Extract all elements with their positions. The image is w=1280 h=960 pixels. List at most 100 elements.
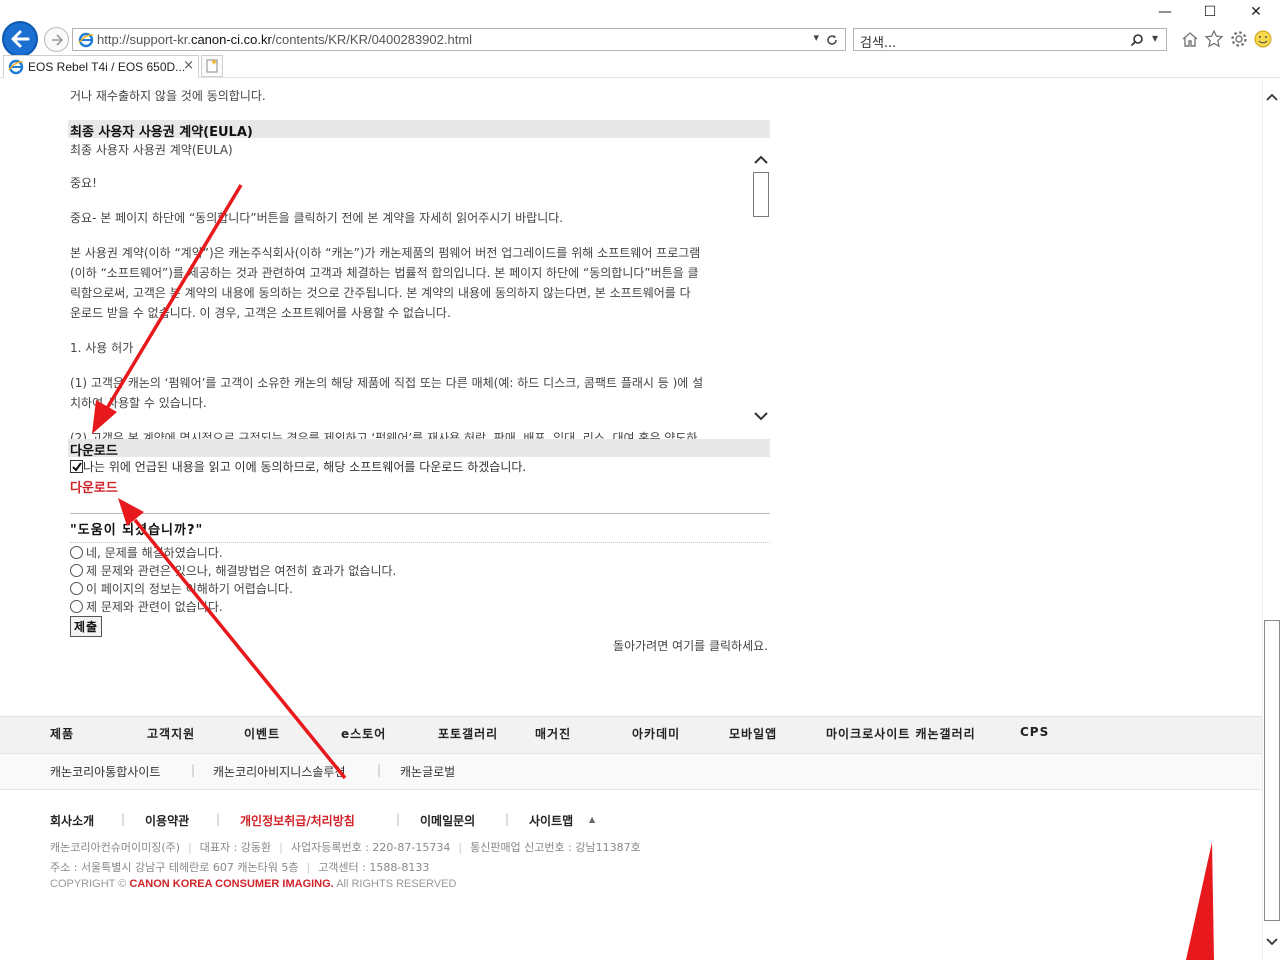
eula-paragraph: (1) 고객은 캐논의 ‘펌웨어’를 고객이 소유한 캐논의 해당 제품에 직접… <box>70 376 704 390</box>
radio-button[interactable] <box>70 564 83 577</box>
divider <box>70 542 770 543</box>
eula-scroll-up-icon[interactable] <box>753 153 769 167</box>
gnb-item-magazine[interactable]: 매거진 <box>535 725 571 742</box>
site-link-canon-korea[interactable]: 캐논코리아통합사이트 <box>50 763 160 780</box>
separator: | <box>377 763 382 777</box>
refresh-icon[interactable] <box>825 33 839 47</box>
site-link-canon-global[interactable]: 캐논글로벌 <box>400 763 455 780</box>
info-address: 주소 : 서울특별시 강남구 테헤란로 607 캐논타워 5층 <box>50 861 299 874</box>
eula-paragraph: 1. 사용 허가 <box>70 341 134 355</box>
gnb-item-microsite[interactable]: 마이크로사이트 캐논갤러리 <box>826 725 976 742</box>
info-call-center: 고객센터 : 1588-8133 <box>318 861 430 874</box>
back-button[interactable] <box>2 21 38 57</box>
feedback-option[interactable]: 이 페이지의 정보는 이해하기 어렵습니다. <box>70 580 293 597</box>
divider <box>70 513 770 514</box>
eula-paragraph: 중요- 본 페이지 하단에 “동의합니다”버튼을 클릭하기 전에 본 계약을 자… <box>70 211 564 225</box>
search-input[interactable]: 검색... <box>860 32 896 51</box>
gnb-item-photo-gallery[interactable]: 포토갤러리 <box>438 725 498 742</box>
arrow-right-icon <box>51 33 63 46</box>
copyright-suffix: All RIGHTS RESERVED <box>333 878 457 890</box>
feedback-option-label: 이 페이지의 정보는 이해하기 어렵습니다. <box>86 582 293 596</box>
gnb-item-estore[interactable]: e스토어 <box>341 725 386 742</box>
tab-active[interactable]: EOS Rebel T4i / EOS 650D... × <box>3 55 199 78</box>
browser-chrome: http://support-kr.canon-ci.co.kr/content… <box>0 0 1280 78</box>
gnb-item-support[interactable]: 고객지원 <box>147 725 195 742</box>
separator: | <box>121 812 126 826</box>
eula-paragraph: (이하 “소프트웨어”)를 제공하는 것과 관련하여 고객과 체결하는 법률적 … <box>70 266 699 280</box>
new-tab-icon <box>206 59 218 73</box>
gear-icon[interactable] <box>1229 29 1249 49</box>
gnb-item-mobile-app[interactable]: 모바일앱 <box>729 725 777 742</box>
feedback-question: "도움이 되셨습니까?" <box>70 523 204 538</box>
scroll-up-icon[interactable] <box>1265 91 1279 103</box>
minimize-button[interactable]: — <box>1150 4 1180 24</box>
new-tab-button[interactable] <box>201 55 223 77</box>
gnb-item-academy[interactable]: 아카데미 <box>632 725 680 742</box>
eula-paragraph: 치하여 사용할 수 있습니다. <box>70 396 207 410</box>
footer-gnb: 제품 고객지원 이벤트 e스토어 포토갤러리 매거진 아카데미 모바일앱 마이크… <box>0 716 1262 753</box>
separator: | <box>216 812 221 826</box>
footer-link-about[interactable]: 회사소개 <box>50 812 94 829</box>
footer-link-sitemap[interactable]: 사이트맵 <box>529 812 573 829</box>
footer-link-email[interactable]: 이메일문의 <box>420 812 475 829</box>
tab-title: EOS Rebel T4i / EOS 650D... <box>28 60 186 74</box>
gnb-item-cps[interactable]: CPS <box>1020 725 1049 739</box>
agree-row: 나는 위에 언급된 내용을 읽고 이에 동의하므로, 해당 소프트웨어를 다운로… <box>70 458 526 475</box>
forward-button[interactable] <box>44 27 69 52</box>
site-link-business-solutions[interactable]: 캐논코리아비지니스솔루션 <box>213 763 345 780</box>
search-box[interactable]: 검색... ▾ <box>853 28 1167 51</box>
separator: | <box>396 812 401 826</box>
page-content: 거나 재수출하지 않을 것에 동의합니다. 최종 사용자 사용권 계약(EULA… <box>0 79 1262 960</box>
separator: | <box>188 841 192 854</box>
feedback-option[interactable]: 제 문제와 관련이 없습니다. <box>70 598 223 615</box>
caret-up-icon[interactable]: ▲ <box>589 815 595 824</box>
smiley-feedback-icon[interactable] <box>1253 29 1273 49</box>
footer-link-privacy[interactable]: 개인정보취급/처리방침 <box>240 812 355 829</box>
agree-label: 나는 위에 언급된 내용을 읽고 이에 동의하므로, 해당 소프트웨어를 다운로… <box>83 460 527 474</box>
eula-textbox[interactable]: 중요! 중요- 본 페이지 하단에 “동의합니다”버튼을 클릭하기 전에 본 계… <box>70 151 770 441</box>
address-dropdown-icon[interactable]: ▾ <box>813 31 819 44</box>
eula-paragraph: 중요! <box>70 176 97 190</box>
url-text: http://support-kr.canon-ci.co.kr/content… <box>97 32 473 47</box>
separator: | <box>505 812 510 826</box>
download-link[interactable]: 다운로드 <box>70 477 118 496</box>
separator: | <box>306 861 311 874</box>
arrow-left-icon <box>11 30 30 48</box>
gnb-item-events[interactable]: 이벤트 <box>244 725 280 742</box>
feedback-option[interactable]: 제 문제와 관련은 있으나, 해결방법은 여전히 효과가 없습니다. <box>70 562 396 579</box>
radio-button[interactable] <box>70 546 83 559</box>
copyright-brand: CANON KOREA CONSUMER IMAGING. <box>129 878 334 890</box>
company-info-line1: 캐논코리아컨슈머이미징(주) | 대표자 : 강동환 | 사업자등록번호 : 220-8… <box>50 839 641 855</box>
feedback-option-label: 제 문제와 관련은 있으나, 해결방법은 여전히 효과가 없습니다. <box>86 564 397 578</box>
maximize-button[interactable]: ☐ <box>1195 4 1225 24</box>
ie-tab-icon <box>8 59 24 75</box>
submit-button[interactable]: 제출 <box>70 616 103 637</box>
home-icon[interactable] <box>1180 29 1200 49</box>
search-dropdown-icon[interactable]: ▾ <box>1152 31 1158 45</box>
close-window-button[interactable]: ✕ <box>1241 4 1271 24</box>
info-mail-order-number: 통신판매업 신고번호 : 강남11387호 <box>470 841 641 854</box>
search-icon[interactable] <box>1130 33 1144 47</box>
company-info-line2: 주소 : 서울특별시 강남구 테헤란로 607 캐논타워 5층 | 고객센터 : 1… <box>50 859 429 875</box>
back-link[interactable]: 돌아가려면 여기를 클릭하세요. <box>613 637 768 654</box>
feedback-option[interactable]: 네, 문제를 해결하였습니다. <box>70 544 223 561</box>
ie-page-icon <box>78 32 94 48</box>
footer-link-terms[interactable]: 이용약관 <box>145 812 189 829</box>
page-scroll-thumb[interactable] <box>1264 620 1280 921</box>
page-scrollbar[interactable] <box>1262 79 1280 960</box>
scroll-down-icon[interactable] <box>1265 936 1279 948</box>
favorites-star-icon[interactable] <box>1204 29 1224 49</box>
tab-close-icon[interactable]: × <box>183 58 194 73</box>
feedback-option-label: 제 문제와 관련이 없습니다. <box>86 600 223 614</box>
copyright: COPYRIGHT © CANON KOREA CONSUMER IMAGING… <box>50 878 456 890</box>
info-business-number: 사업자등록번호 : 220-87-15734 <box>290 841 451 854</box>
eula-scroll-down-icon[interactable] <box>753 409 769 423</box>
radio-button[interactable] <box>70 582 83 595</box>
radio-button[interactable] <box>70 600 83 613</box>
gnb-item-products[interactable]: 제품 <box>50 725 74 742</box>
family-sites: 캐논코리아통합사이트 | 캐논코리아비지니스솔루션 | 캐논글로벌 <box>0 753 1262 790</box>
agree-checkbox[interactable] <box>70 460 83 473</box>
cutoff-text: 거나 재수출하지 않을 것에 동의합니다. <box>70 89 266 103</box>
address-bar[interactable]: http://support-kr.canon-ci.co.kr/content… <box>72 28 846 51</box>
eula-scroll-thumb[interactable] <box>753 172 769 217</box>
